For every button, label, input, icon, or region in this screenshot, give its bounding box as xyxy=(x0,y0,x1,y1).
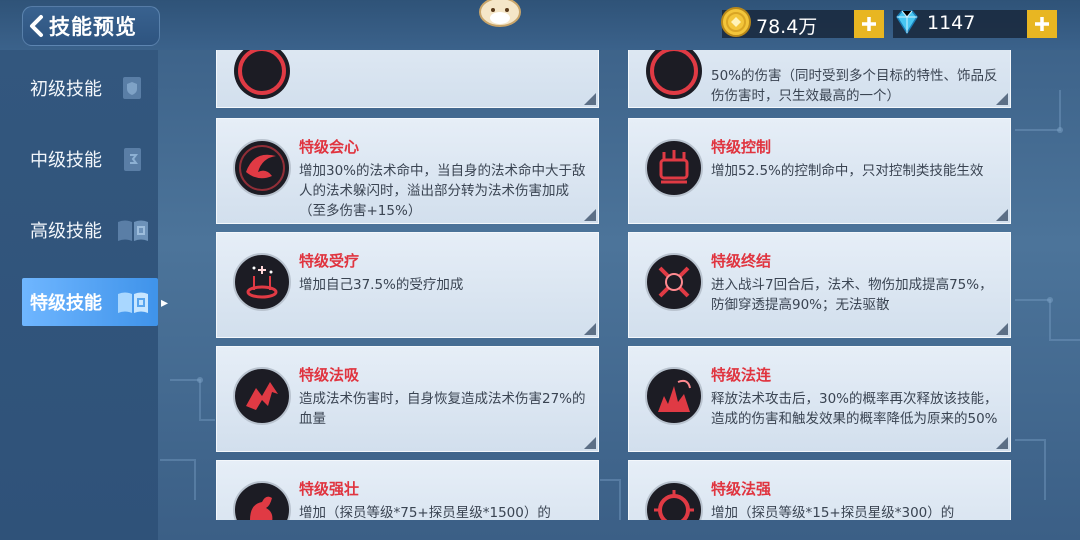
skill-name: 特级法连 xyxy=(711,366,772,384)
skill-card[interactable] xyxy=(216,50,599,108)
corner-decoration xyxy=(996,323,1008,335)
sidebar: 初级技能 中级技能 高级技能 特级技能 ▸ xyxy=(0,50,168,540)
page-title: 技能预览 xyxy=(49,15,137,39)
skill-emblem-icon xyxy=(232,50,292,101)
corner-decoration xyxy=(996,437,1008,449)
corner-decoration xyxy=(584,93,596,105)
open-book-icon xyxy=(116,214,148,246)
corner-decoration xyxy=(584,323,596,335)
skill-name: 特级终结 xyxy=(711,252,772,270)
skill-emblem-icon xyxy=(644,50,704,101)
skill-description: 增加30%的法术命中，当自身的法术命中大于敌人的法术躲闪时，溢出部分转为法术伤害… xyxy=(299,163,586,219)
skill-name: 特级受疗 xyxy=(299,252,360,270)
finish-emblem-icon xyxy=(644,252,704,312)
skill-list[interactable]: 50%的伤害（同时受到多个目标的特性、饰品反伤伤害时，只生效最高的一个） 特级会… xyxy=(158,50,1080,520)
skill-description: 释放法术攻击后，30%的概率再次释放该技能，造成的伤害和触发效果的概率降低为原来… xyxy=(711,391,998,427)
corner-decoration xyxy=(584,209,596,221)
open-book-icon xyxy=(116,286,148,318)
top-bar: 技能预览 78.4万 1147 xyxy=(0,0,1080,50)
sidebar-item-advanced-skills[interactable]: 高级技能 xyxy=(22,206,158,254)
sidebar-item-intermediate-skills[interactable]: 中级技能 xyxy=(22,135,158,183)
skill-card[interactable]: 特级法强 增加（探员等级*15+探员星级*300）的 xyxy=(628,460,1011,520)
mascot-icon[interactable] xyxy=(477,0,523,28)
back-button[interactable]: 技能预览 xyxy=(22,6,160,46)
crit-emblem-icon xyxy=(232,138,292,198)
combo-emblem-icon xyxy=(644,366,704,426)
skill-description: 50%的伤害（同时受到多个目标的特性、饰品反伤伤害时，只生效最高的一个） xyxy=(711,68,998,104)
skill-card[interactable]: 特级法连 释放法术攻击后，30%的概率再次释放该技能，造成的伤害和触发效果的概率… xyxy=(628,346,1011,452)
sidebar-item-label: 初级技能 xyxy=(30,79,102,100)
skill-card[interactable]: 特级受疗 增加自己37.5%的受疗加成 xyxy=(216,232,599,338)
sidebar-item-label: 高级技能 xyxy=(30,221,102,242)
skill-name: 特级法强 xyxy=(711,480,772,498)
gold-coin-icon xyxy=(720,6,752,38)
skill-name: 特级控制 xyxy=(711,138,772,156)
diamond-amount: 1147 xyxy=(927,12,976,34)
skill-name: 特级法吸 xyxy=(299,366,360,384)
strength-emblem-icon xyxy=(232,480,292,520)
corner-decoration xyxy=(996,209,1008,221)
skill-description: 增加52.5%的控制命中，只对控制类技能生效 xyxy=(711,163,984,179)
gold-currency: 78.4万 xyxy=(721,7,884,38)
shield-tome-icon xyxy=(116,72,148,104)
skill-card[interactable]: 50%的伤害（同时受到多个目标的特性、饰品反伤伤害时，只生效最高的一个） xyxy=(628,50,1011,108)
skill-card[interactable]: 特级终结 进入战斗7回合后，法术、物伤加成提高75%，防御穿透提高90%；无法驱… xyxy=(628,232,1011,338)
diamond-icon xyxy=(891,6,923,38)
diamond-currency: 1147 xyxy=(893,10,1057,38)
control-emblem-icon xyxy=(644,138,704,198)
sidebar-item-basic-skills[interactable]: 初级技能 xyxy=(22,64,158,112)
skill-description: 增加（探员等级*15+探员星级*300）的 xyxy=(711,505,955,520)
skill-description: 进入战斗7回合后，法术、物伤加成提高75%，防御穿透提高90%；无法驱散 xyxy=(711,277,993,313)
sidebar-item-label: 特级技能 xyxy=(30,293,102,314)
scroll-icon xyxy=(116,143,148,175)
sidebar-item-special-skills[interactable]: 特级技能 ▸ xyxy=(22,278,168,326)
add-gold-button[interactable] xyxy=(854,10,884,38)
power-emblem-icon xyxy=(644,480,704,520)
chevron-left-icon xyxy=(23,6,49,46)
skill-card[interactable]: 特级控制 增加52.5%的控制命中，只对控制类技能生效 xyxy=(628,118,1011,224)
skill-description: 增加自己37.5%的受疗加成 xyxy=(299,277,464,293)
skill-name: 特级强壮 xyxy=(299,480,360,498)
heal-emblem-icon xyxy=(232,252,292,312)
drain-emblem-icon xyxy=(232,366,292,426)
add-diamond-button[interactable] xyxy=(1027,10,1057,38)
corner-decoration xyxy=(584,437,596,449)
skill-card[interactable]: 特级会心 增加30%的法术命中，当自身的法术命中大于敌人的法术躲闪时，溢出部分转… xyxy=(216,118,599,224)
skill-name: 特级会心 xyxy=(299,138,360,156)
gold-amount: 78.4万 xyxy=(756,16,818,38)
corner-decoration xyxy=(996,93,1008,105)
sidebar-item-label: 中级技能 xyxy=(30,150,102,171)
skill-card[interactable]: 特级强壮 增加（探员等级*75+探员星级*1500）的 xyxy=(216,460,599,520)
skill-card[interactable]: 特级法吸 造成法术伤害时，自身恢复造成法术伤害27%的血量 xyxy=(216,346,599,452)
skill-description: 增加（探员等级*75+探员星级*1500）的 xyxy=(299,505,551,520)
skill-description: 造成法术伤害时，自身恢复造成法术伤害27%的血量 xyxy=(299,391,586,427)
